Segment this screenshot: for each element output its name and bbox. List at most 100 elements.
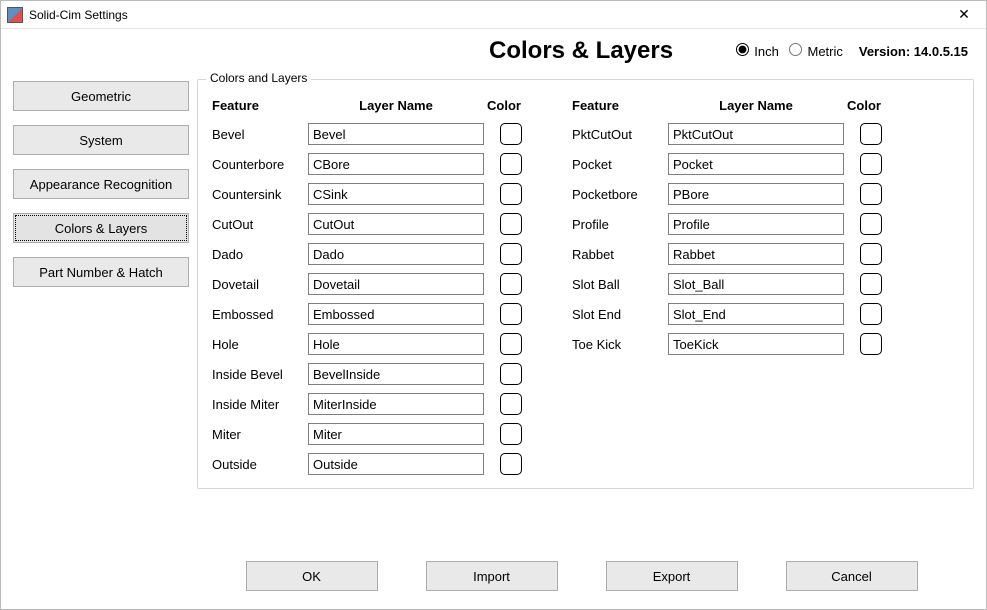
- layer-name-input[interactable]: [308, 333, 484, 355]
- close-icon[interactable]: ✕: [948, 3, 980, 27]
- sidebar-item-appearance-recognition[interactable]: Appearance Recognition: [13, 169, 189, 199]
- header: Colors & Layers Inch Metric Version: 14.…: [1, 29, 986, 65]
- app-icon: [7, 7, 23, 23]
- feature-row: Dovetail: [212, 269, 524, 299]
- feature-label: Inside Bevel: [212, 367, 308, 382]
- feature-row: Hole: [212, 329, 524, 359]
- layer-name-input[interactable]: [308, 453, 484, 475]
- layer-name-input[interactable]: [308, 243, 484, 265]
- header-layer: Layer Name: [308, 98, 484, 113]
- color-swatch[interactable]: [500, 393, 522, 415]
- unit-inch-radio[interactable]: [736, 43, 749, 56]
- layer-name-input[interactable]: [668, 333, 844, 355]
- color-swatch[interactable]: [500, 363, 522, 385]
- feature-row: Bevel: [212, 119, 524, 149]
- cancel-button[interactable]: Cancel: [786, 561, 918, 591]
- color-swatch[interactable]: [860, 333, 882, 355]
- color-swatch[interactable]: [500, 453, 522, 475]
- feature-row: Embossed: [212, 299, 524, 329]
- layer-name-input[interactable]: [668, 183, 844, 205]
- feature-label: PktCutOut: [572, 127, 668, 142]
- sidebar-item-part-number-hatch[interactable]: Part Number & Hatch: [13, 257, 189, 287]
- color-swatch[interactable]: [860, 273, 882, 295]
- sidebar-item-colors-layers[interactable]: Colors & Layers: [13, 213, 189, 243]
- feature-row: Profile: [572, 209, 884, 239]
- layer-name-input[interactable]: [308, 273, 484, 295]
- feature-row: Pocketbore: [572, 179, 884, 209]
- import-button[interactable]: Import: [426, 561, 558, 591]
- feature-label: Pocketbore: [572, 187, 668, 202]
- feature-row: Inside Bevel: [212, 359, 524, 389]
- layer-name-input[interactable]: [668, 153, 844, 175]
- color-swatch[interactable]: [500, 183, 522, 205]
- layer-name-input[interactable]: [308, 213, 484, 235]
- color-swatch[interactable]: [860, 213, 882, 235]
- header-color: Color: [484, 98, 524, 113]
- group-legend: Colors and Layers: [206, 71, 311, 85]
- color-swatch[interactable]: [860, 183, 882, 205]
- window-title: Solid-Cim Settings: [29, 8, 128, 22]
- feature-row: Slot End: [572, 299, 884, 329]
- feature-label: Counterbore: [212, 157, 308, 172]
- feature-row: Counterbore: [212, 149, 524, 179]
- feature-label: Hole: [212, 337, 308, 352]
- feature-row: Outside: [212, 449, 524, 479]
- feature-row: Toe Kick: [572, 329, 884, 359]
- right-column: Feature Layer Name Color PktCutOutPocket…: [572, 98, 884, 479]
- left-column: Feature Layer Name Color Bevel Counterbor…: [212, 98, 524, 479]
- layer-name-input[interactable]: [668, 243, 844, 265]
- layer-name-input[interactable]: [308, 393, 484, 415]
- layer-name-input[interactable]: [308, 183, 484, 205]
- layer-name-input[interactable]: [308, 303, 484, 325]
- header-layer: Layer Name: [668, 98, 844, 113]
- layer-name-input[interactable]: [668, 273, 844, 295]
- layer-name-input[interactable]: [668, 213, 844, 235]
- feature-label: Dovetail: [212, 277, 308, 292]
- color-swatch[interactable]: [860, 243, 882, 265]
- feature-label: Countersink: [212, 187, 308, 202]
- color-swatch[interactable]: [500, 333, 522, 355]
- feature-label: CutOut: [212, 217, 308, 232]
- export-button[interactable]: Export: [606, 561, 738, 591]
- feature-label: Bevel: [212, 127, 308, 142]
- layer-name-input[interactable]: [308, 153, 484, 175]
- color-swatch[interactable]: [860, 303, 882, 325]
- unit-inch-label: Inch: [754, 44, 779, 59]
- feature-row: Slot Ball: [572, 269, 884, 299]
- feature-label: Dado: [212, 247, 308, 262]
- color-swatch[interactable]: [500, 273, 522, 295]
- unit-metric-radio[interactable]: [789, 43, 802, 56]
- color-swatch[interactable]: [500, 213, 522, 235]
- color-swatch[interactable]: [500, 153, 522, 175]
- feature-row: Dado: [212, 239, 524, 269]
- color-swatch[interactable]: [860, 123, 882, 145]
- layer-name-input[interactable]: [668, 303, 844, 325]
- color-swatch[interactable]: [500, 243, 522, 265]
- sidebar-item-geometric[interactable]: Geometric: [13, 81, 189, 111]
- footer: OK Import Export Cancel: [1, 561, 986, 591]
- feature-row: Countersink: [212, 179, 524, 209]
- layer-name-input[interactable]: [308, 423, 484, 445]
- color-swatch[interactable]: [500, 303, 522, 325]
- unit-metric-option[interactable]: Metric: [789, 43, 843, 59]
- unit-inch-option[interactable]: Inch: [736, 43, 779, 59]
- color-swatch[interactable]: [860, 153, 882, 175]
- feature-row: Rabbet: [572, 239, 884, 269]
- sidebar-item-system[interactable]: System: [13, 125, 189, 155]
- ok-button[interactable]: OK: [246, 561, 378, 591]
- feature-row: PktCutOut: [572, 119, 884, 149]
- main: Geometric System Appearance Recognition …: [1, 65, 986, 489]
- titlebar: Solid-Cim Settings ✕: [1, 1, 986, 29]
- colors-layers-group: Colors and Layers Feature Layer Name Col…: [197, 79, 974, 489]
- feature-label: Slot Ball: [572, 277, 668, 292]
- header-feature: Feature: [212, 98, 308, 113]
- header-feature: Feature: [572, 98, 668, 113]
- layer-name-input[interactable]: [308, 363, 484, 385]
- color-swatch[interactable]: [500, 423, 522, 445]
- layer-name-input[interactable]: [668, 123, 844, 145]
- page-title: Colors & Layers: [489, 37, 673, 65]
- layer-name-input[interactable]: [308, 123, 484, 145]
- feature-label: Inside Miter: [212, 397, 308, 412]
- color-swatch[interactable]: [500, 123, 522, 145]
- feature-row: Pocket: [572, 149, 884, 179]
